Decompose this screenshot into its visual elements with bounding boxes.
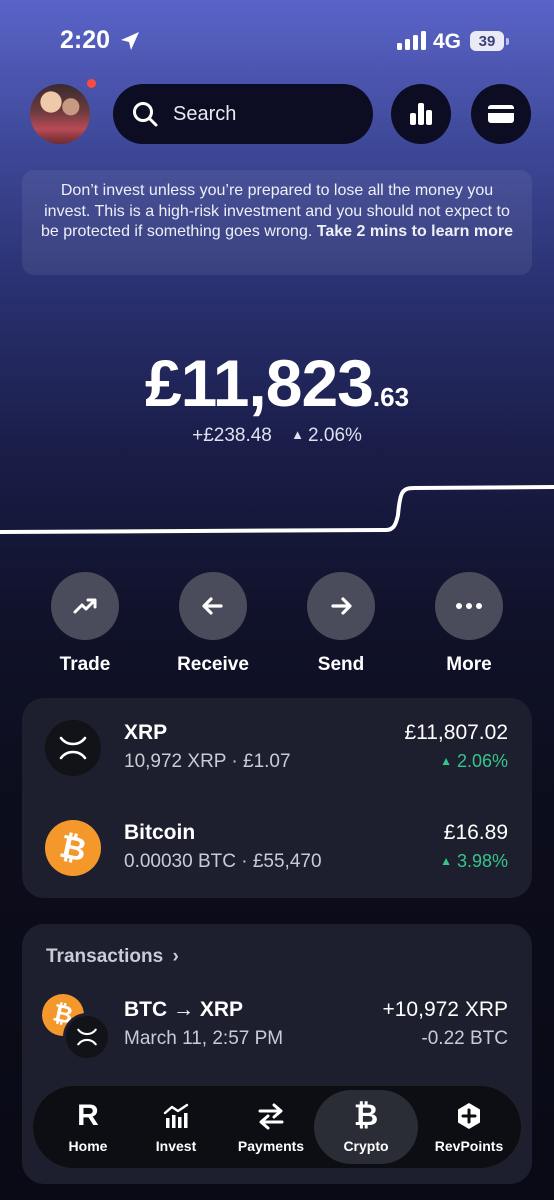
chevron-right-icon: ›: [172, 946, 179, 967]
more-label: More: [446, 654, 492, 675]
tab-bar: R Home Invest Payments ₿ Crypto RevPoint…: [32, 1085, 522, 1169]
change-percent: 2.06%: [308, 425, 362, 446]
network-type: 4G: [433, 30, 462, 53]
asset-name: XRP: [124, 721, 168, 744]
tab-label: Crypto: [343, 1138, 389, 1154]
status-time: 2:20: [60, 26, 111, 54]
balance-main: £11,823: [144, 346, 374, 420]
bar-chart-icon: [410, 103, 432, 125]
balance-change: +£238.48 ▲ 2.06%: [0, 425, 554, 447]
card-icon: [488, 105, 514, 123]
notification-dot: [87, 79, 96, 88]
asset-holding: 0.00030 BTC · £55,470: [124, 851, 322, 872]
bitcoin-icon: ₿: [353, 1099, 379, 1132]
transaction-date: March 11, 2:57 PM: [124, 1028, 284, 1049]
more-dots-icon: [456, 603, 482, 609]
tab-home[interactable]: R Home: [43, 1086, 133, 1168]
asset-change: ▲ 2.06%: [440, 751, 508, 772]
asset-change: ▲ 3.98%: [440, 851, 508, 872]
cellular-signal-icon: [397, 30, 426, 50]
arrow-right-icon: [331, 597, 352, 615]
xrp-icon: [45, 720, 101, 776]
trend-up-icon: [73, 598, 97, 614]
transactions-title: Transactions: [46, 946, 164, 967]
tab-revpoints[interactable]: RevPoints: [419, 1086, 519, 1168]
triangle-up-icon: ▲: [440, 754, 452, 768]
tab-crypto[interactable]: ₿ Crypto: [314, 1090, 418, 1164]
location-arrow-icon: [121, 32, 139, 50]
tab-label: Invest: [155, 1138, 197, 1154]
tab-label: Home: [68, 1138, 108, 1154]
transaction-amount: +10,972 XRP: [382, 998, 508, 1021]
transaction-sub-amount: -0.22 BTC: [421, 1028, 508, 1049]
asset-value: £11,807.02: [404, 721, 508, 744]
transfer-arrows-icon: [223, 1100, 319, 1132]
triangle-up-icon: ▲: [440, 854, 452, 868]
revpoints-icon: [419, 1100, 519, 1132]
send-button[interactable]: Send: [291, 572, 391, 676]
arrow-left-icon: [202, 597, 223, 615]
tab-payments[interactable]: Payments: [223, 1086, 319, 1168]
total-balance: £11,823.63: [0, 345, 554, 421]
tab-invest[interactable]: Invest: [133, 1086, 219, 1168]
balance-chart[interactable]: [0, 470, 554, 550]
invest-chart-icon: [133, 1100, 219, 1132]
bitcoin-icon: ₿: [45, 820, 101, 876]
learn-more-link[interactable]: Take 2 mins to learn more: [317, 223, 513, 240]
asset-name: Bitcoin: [124, 821, 196, 844]
status-bar: 2:20 4G 39: [0, 0, 554, 84]
asset-value: £16.89: [443, 821, 508, 844]
more-button[interactable]: More: [419, 572, 519, 676]
search-bar[interactable]: Search: [113, 84, 373, 144]
risk-warning[interactable]: Don’t invest unless you’re prepared to l…: [22, 170, 532, 275]
receive-label: Receive: [177, 654, 249, 675]
asset-row-bitcoin[interactable]: ₿ Bitcoin 0.00030 BTC · £55,470 £16.89 ▲…: [22, 798, 532, 898]
cards-button[interactable]: [471, 84, 531, 144]
tab-label: RevPoints: [434, 1138, 504, 1154]
analytics-button[interactable]: [391, 84, 451, 144]
battery-icon: 39: [470, 31, 509, 51]
transactions-header[interactable]: Transactions ›: [46, 946, 179, 968]
chart-line: [0, 485, 554, 534]
balance-cents: .63: [372, 382, 410, 412]
send-label: Send: [317, 654, 365, 675]
asset-change-percent: 2.06%: [456, 751, 508, 771]
avatar[interactable]: [30, 84, 90, 144]
triangle-up-icon: ▲: [291, 427, 305, 442]
asset-holding: 10,972 XRP · £1.07: [124, 751, 291, 772]
transaction-title: BTC → XRP: [124, 998, 244, 1021]
receive-button[interactable]: Receive: [163, 572, 263, 676]
search-icon: [133, 102, 158, 127]
asset-row-xrp[interactable]: XRP 10,972 XRP · £1.07 £11,807.02 ▲ 2.06%: [22, 698, 532, 798]
tab-label: Payments: [237, 1138, 305, 1154]
trade-label: Trade: [59, 654, 111, 675]
battery-level: 39: [478, 32, 496, 50]
trade-button[interactable]: Trade: [35, 572, 135, 676]
assets-card: XRP 10,972 XRP · £1.07 £11,807.02 ▲ 2.06%…: [22, 698, 532, 898]
change-amount: +£238.48: [192, 425, 272, 446]
search-placeholder: Search: [173, 102, 237, 125]
xrp-icon: [63, 1013, 111, 1061]
asset-change-percent: 3.98%: [456, 851, 508, 871]
revolut-r-icon: R: [77, 1099, 99, 1132]
